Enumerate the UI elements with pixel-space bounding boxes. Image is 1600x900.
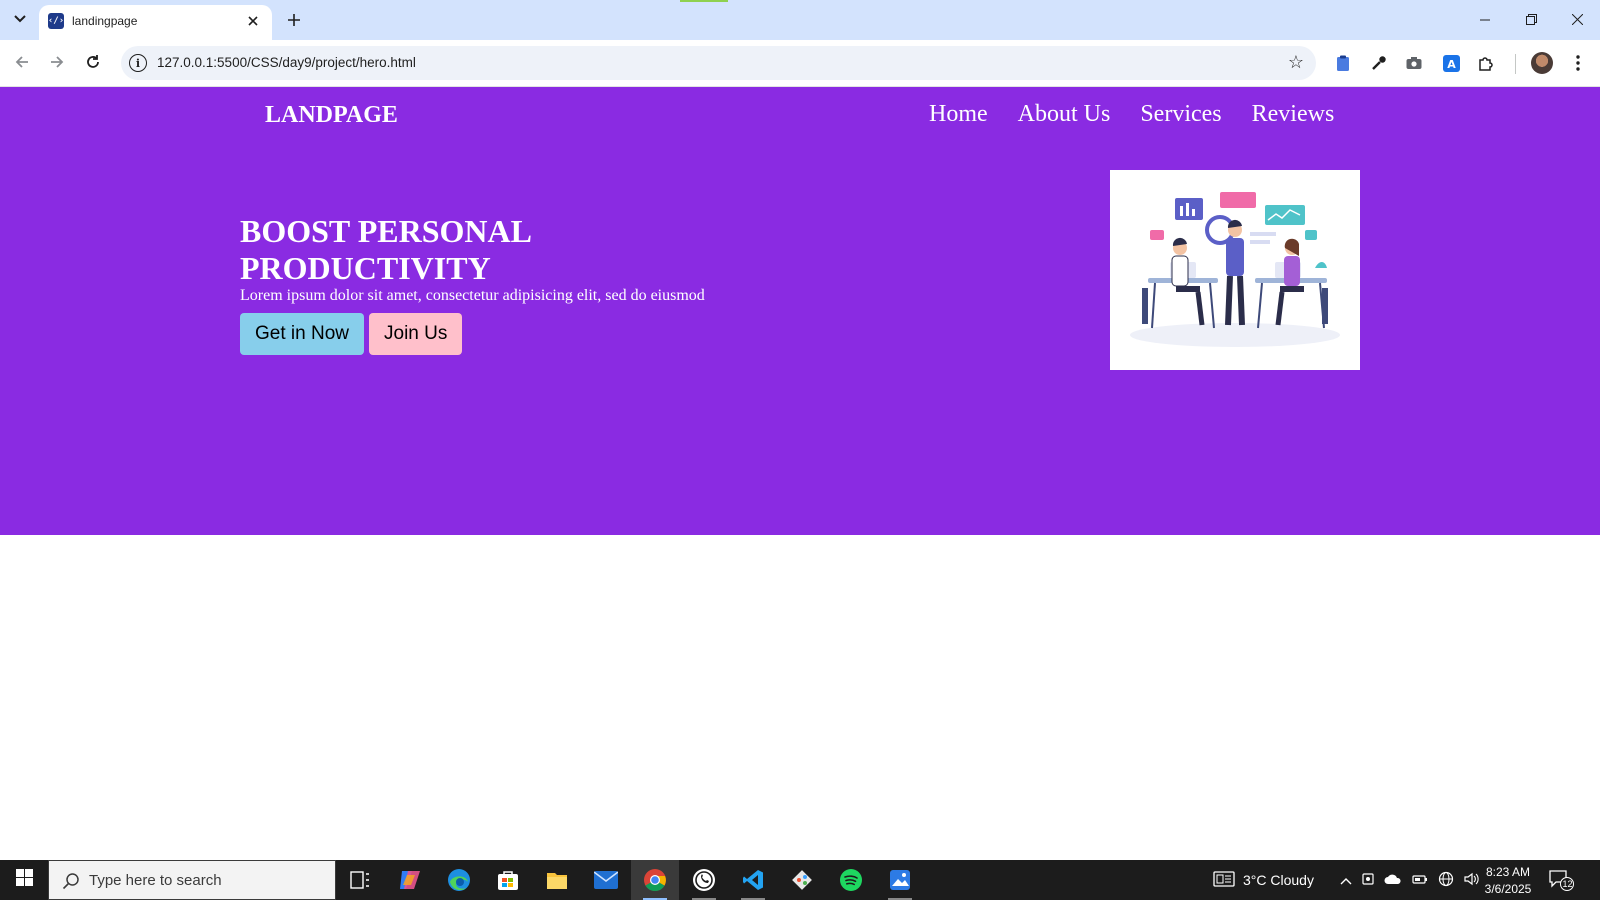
back-button[interactable] — [8, 50, 36, 78]
tab-title: landingpage — [72, 14, 138, 28]
store-icon[interactable] — [484, 860, 532, 900]
hero-section: LANDPAGE Home About Us Services Reviews … — [0, 87, 1600, 535]
bookmark-star-icon[interactable]: ☆ — [1288, 52, 1304, 73]
hero-title-line-2: PRODUCTIVITY — [240, 250, 491, 286]
notification-center-button[interactable]: 12 — [1548, 868, 1574, 892]
search-placeholder: Type here to search — [89, 872, 222, 889]
info-icon[interactable]: i — [129, 54, 147, 72]
svg-text:A: A — [1447, 58, 1456, 71]
whatsapp-icon[interactable] — [680, 860, 728, 900]
windows-icon — [15, 869, 33, 891]
nav-link-services[interactable]: Services — [1140, 101, 1221, 128]
url-text[interactable]: 127.0.0.1:5500/CSS/day9/project/hero.htm… — [157, 55, 416, 70]
tab-strip: ‹/› landingpage — [0, 0, 1600, 40]
toolbar-divider — [1515, 54, 1516, 74]
minimize-icon — [1480, 12, 1490, 28]
restore-icon — [1525, 12, 1537, 28]
battery-icon[interactable] — [1412, 873, 1428, 888]
restore-button[interactable] — [1511, 6, 1551, 34]
chevron-up-icon[interactable] — [1340, 873, 1352, 888]
photos-icon[interactable] — [876, 860, 924, 900]
network-globe-icon[interactable] — [1438, 871, 1454, 890]
copilot-icon[interactable] — [386, 860, 434, 900]
hero-title: BOOST PERSONAL PRODUCTIVITY — [240, 213, 660, 287]
page-viewport: LANDPAGE Home About Us Services Reviews … — [0, 87, 1600, 860]
arrow-left-icon — [14, 54, 30, 75]
weather-widget[interactable]: 3°C Cloudy — [1213, 860, 1314, 900]
clock-time: 8:23 AM — [1485, 865, 1531, 879]
spotify-icon[interactable] — [827, 860, 875, 900]
nav-link-home[interactable]: Home — [929, 101, 988, 128]
weather-text: 3°C Cloudy — [1243, 872, 1314, 888]
hero-illustration — [1110, 170, 1360, 370]
close-window-button[interactable] — [1557, 6, 1597, 34]
site-logo[interactable]: LANDPAGE — [265, 102, 398, 129]
avatar[interactable] — [1531, 52, 1553, 74]
tab-landingpage[interactable]: ‹/› landingpage — [39, 5, 272, 40]
start-button[interactable] — [0, 860, 48, 900]
clipboard-icon[interactable] — [1333, 53, 1353, 73]
chevron-down-icon — [14, 14, 26, 26]
tab-search-button[interactable] — [8, 8, 32, 32]
reload-button[interactable] — [79, 50, 107, 78]
hero-description: Lorem ipsum dolor sit amet, consectetur … — [240, 287, 705, 304]
favicon-icon: ‹/› — [48, 13, 64, 29]
search-icon — [62, 872, 80, 890]
join-us-button[interactable]: Join Us — [369, 313, 463, 355]
tab-group-accent — [680, 0, 728, 2]
git-icon[interactable] — [778, 860, 826, 900]
notification-count: 12 — [1562, 879, 1573, 889]
nav-link-about-us[interactable]: About Us — [1018, 101, 1111, 128]
get-in-now-button[interactable]: Get in Now — [240, 313, 364, 355]
puzzle-icon[interactable] — [1476, 53, 1496, 73]
more-vertical-icon[interactable] — [1568, 53, 1588, 73]
onedrive-icon[interactable] — [1384, 873, 1402, 888]
site-nav: Home About Us Services Reviews — [929, 101, 1334, 128]
translate-icon[interactable]: A — [1441, 53, 1461, 73]
system-tray — [1340, 860, 1480, 900]
task-view-icon[interactable] — [336, 860, 384, 900]
taskbar-clock[interactable]: 8:23 AM 3/6/2025 — [1478, 864, 1538, 898]
minimize-button[interactable] — [1465, 6, 1505, 34]
plus-icon — [288, 9, 300, 32]
vscode-icon[interactable] — [729, 860, 777, 900]
forward-button[interactable] — [43, 50, 71, 78]
browser-toolbar: i 127.0.0.1:5500/CSS/day9/project/hero.h… — [0, 40, 1600, 87]
reload-icon — [85, 54, 101, 75]
weather-icon — [1213, 870, 1235, 890]
close-icon — [248, 13, 258, 29]
clock-date: 3/6/2025 — [1484, 882, 1532, 896]
camera-icon[interactable] — [1404, 53, 1424, 73]
edge-icon[interactable] — [435, 860, 483, 900]
hero-title-line-1: BOOST PERSONAL — [240, 213, 532, 249]
new-tab-button[interactable] — [282, 8, 306, 32]
nav-link-reviews[interactable]: Reviews — [1252, 101, 1335, 128]
address-bar[interactable]: i 127.0.0.1:5500/CSS/day9/project/hero.h… — [121, 46, 1316, 80]
meet-now-icon[interactable] — [1362, 872, 1374, 889]
file-explorer-icon[interactable] — [533, 860, 581, 900]
chrome-icon[interactable] — [631, 860, 679, 900]
taskbar: Type here to search 3°C Cloudy 8:23 AM 3… — [0, 860, 1600, 900]
eyedropper-icon[interactable] — [1369, 53, 1389, 73]
close-icon — [1571, 12, 1583, 28]
mail-icon[interactable] — [582, 860, 630, 900]
arrow-right-icon — [49, 54, 65, 75]
taskbar-search[interactable]: Type here to search — [48, 860, 336, 900]
tab-close-button[interactable] — [244, 12, 262, 30]
